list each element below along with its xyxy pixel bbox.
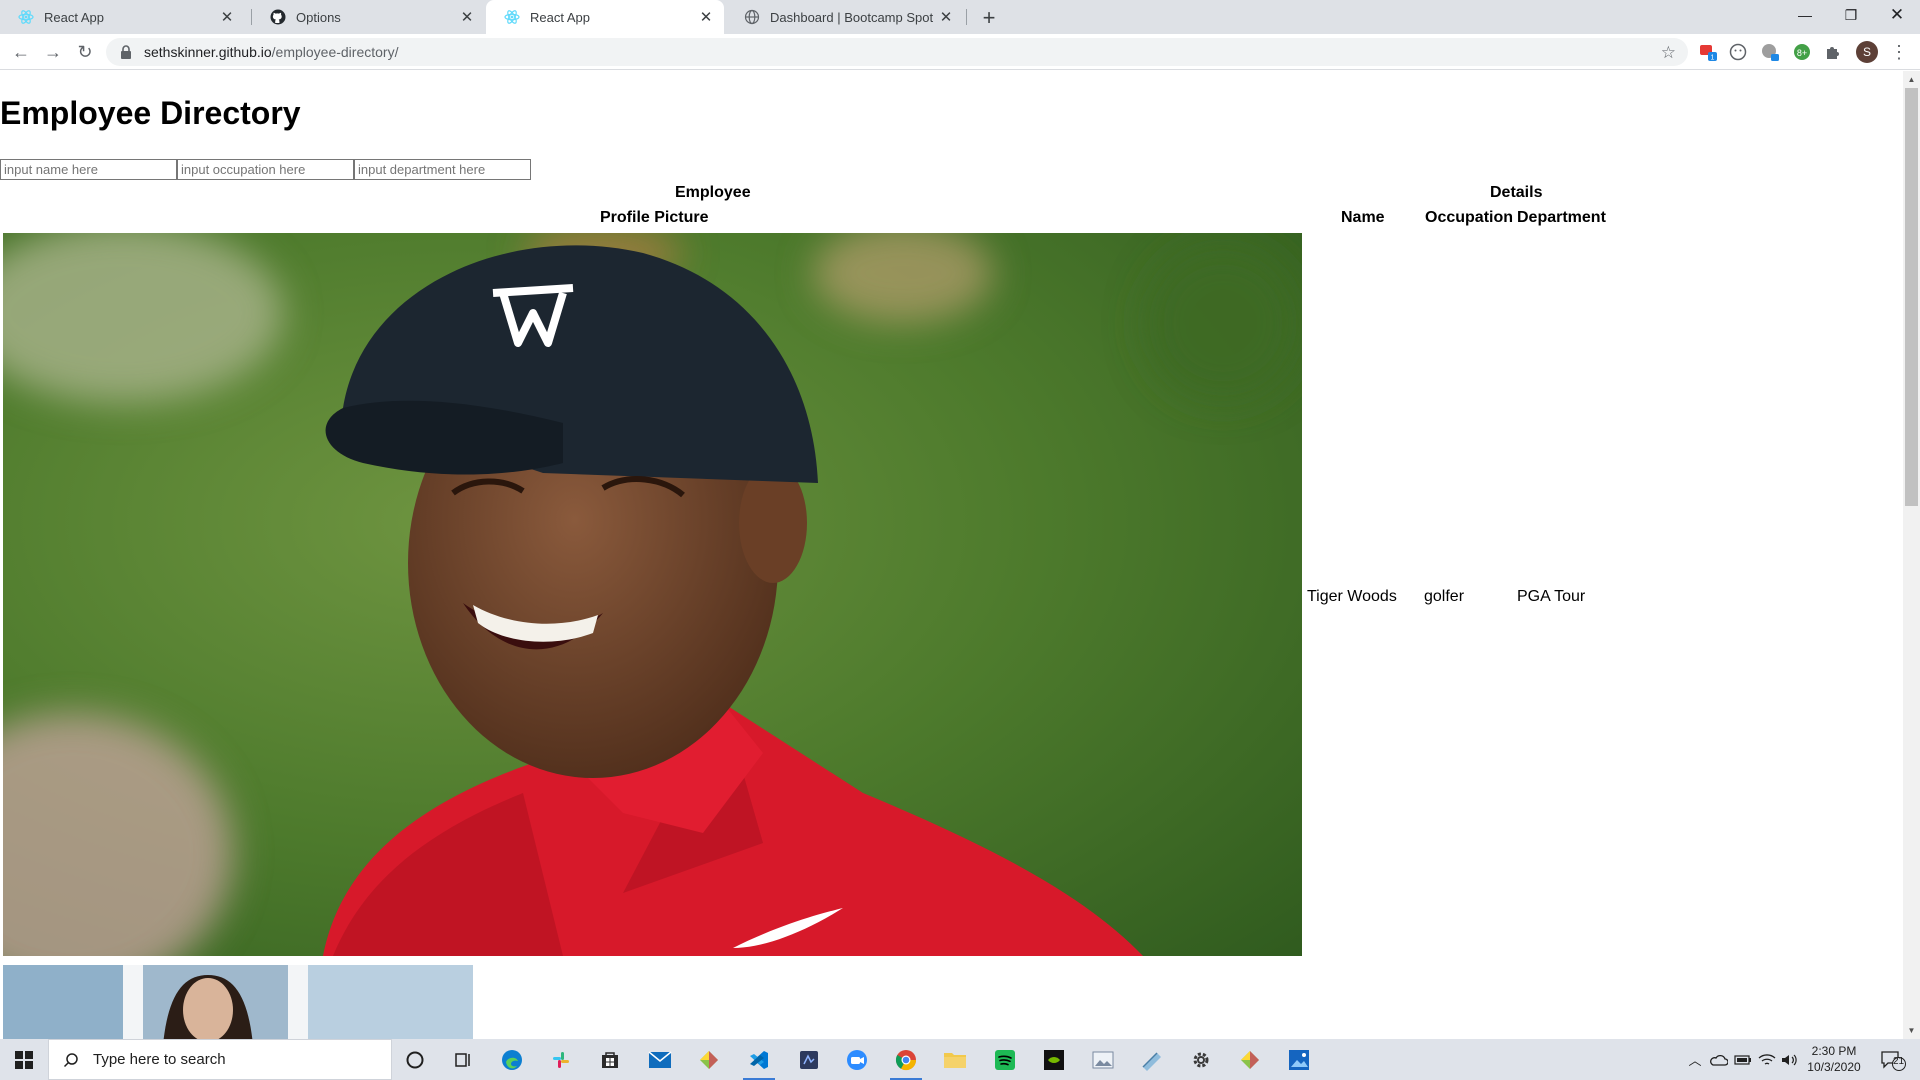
name-header: Name <box>1341 209 1385 226</box>
employee-occupation: golfer <box>1424 588 1465 605</box>
reload-icon[interactable]: ↻ <box>72 39 98 65</box>
search-icon <box>63 1052 78 1067</box>
employee-profile-picture <box>3 965 473 1039</box>
sourcetree-icon[interactable] <box>685 1039 733 1080</box>
restore-icon[interactable]: ❐ <box>1828 0 1874 30</box>
scroll-thumb[interactable] <box>1905 88 1918 506</box>
department-filter-input[interactable] <box>354 159 531 180</box>
browser-menu-icon[interactable]: ⋮ <box>1890 40 1908 64</box>
store-icon[interactable] <box>586 1039 634 1080</box>
minimize-icon[interactable]: — <box>1782 0 1828 30</box>
name-filter-input[interactable] <box>0 159 177 180</box>
onedrive-icon[interactable] <box>1706 1039 1730 1080</box>
taskbar-clock[interactable]: 2:30 PM 10/3/2020 <box>1800 1043 1868 1075</box>
page-viewport: Employee Directory Employee Details Prof… <box>0 71 1903 1039</box>
settings-icon[interactable] <box>1177 1039 1225 1080</box>
tab-react-app-1[interactable]: React App ✕ <box>0 0 245 34</box>
employee-department: PGA Tour <box>1517 588 1586 605</box>
employee-profile-picture <box>3 233 1302 956</box>
notification-center-icon[interactable]: 21 <box>1872 1039 1914 1080</box>
notification-count: 21 <box>1893 1056 1905 1067</box>
slack-icon[interactable] <box>537 1039 585 1080</box>
photos-icon[interactable] <box>1079 1039 1127 1080</box>
tab-title: React App <box>44 9 104 25</box>
windows-start-icon[interactable] <box>0 1039 48 1080</box>
wifi-icon[interactable] <box>1756 1039 1778 1080</box>
tab-title: Dashboard | Bootcamp Spot <box>770 9 934 25</box>
react-icon <box>18 9 34 25</box>
vscode-icon[interactable] <box>735 1039 783 1080</box>
tab-separator <box>966 9 967 25</box>
chrome-icon[interactable] <box>882 1039 930 1080</box>
scroll-up-arrow-icon[interactable]: ▲ <box>1903 71 1920 88</box>
spotify-icon[interactable] <box>981 1039 1029 1080</box>
filter-bar <box>0 159 531 180</box>
globe-icon <box>744 9 760 25</box>
svg-text:8+: 8+ <box>1797 48 1807 58</box>
tab-bootcamp-dashboard[interactable]: Dashboard | Bootcamp Spot ✕ <box>726 0 964 34</box>
address-bar[interactable]: sethskinner.github.io/employee-directory… <box>106 38 1688 66</box>
tab-options[interactable]: Options ✕ <box>252 0 485 34</box>
department-header: Department <box>1517 209 1606 226</box>
taskbar-search-box[interactable]: Type here to search <box>48 1039 392 1080</box>
svg-text:1: 1 <box>1711 55 1715 62</box>
tab-strip: React App ✕ Options ✕ React App ✕ Dashbo… <box>0 0 1920 34</box>
close-icon[interactable]: ✕ <box>459 9 475 26</box>
bookmark-star-icon[interactable]: ☆ <box>1661 43 1676 63</box>
browser-toolbar: ← → ↻ sethskinner.github.io/employee-dir… <box>0 34 1920 70</box>
show-hidden-icons-chevron-icon[interactable]: ︿ <box>1684 1039 1706 1080</box>
app-icon[interactable] <box>785 1039 833 1080</box>
clock-date: 10/3/2020 <box>1807 1060 1861 1074</box>
clock-time: 2:30 PM <box>1811 1044 1857 1058</box>
tab-title: Options <box>296 9 341 25</box>
scroll-down-arrow-icon[interactable]: ▼ <box>1903 1022 1920 1039</box>
search-placeholder: Type here to search <box>93 1051 226 1068</box>
cortana-icon[interactable] <box>391 1039 439 1080</box>
back-icon[interactable]: ← <box>8 39 34 65</box>
occupation-filter-input[interactable] <box>177 159 354 180</box>
task-view-icon[interactable] <box>439 1039 487 1080</box>
url-host: sethskinner.github.io <box>144 44 272 60</box>
url-path: /employee-directory/ <box>271 44 399 60</box>
employee-group-header: Employee <box>675 184 751 201</box>
react-icon <box>504 9 520 25</box>
zoom-icon[interactable] <box>833 1039 881 1080</box>
file-explorer-icon[interactable] <box>931 1039 979 1080</box>
edge-icon[interactable] <box>488 1039 536 1080</box>
sourcetree-icon[interactable] <box>1226 1039 1274 1080</box>
nvidia-icon[interactable] <box>1030 1039 1078 1080</box>
window-close-icon[interactable]: ✕ <box>1874 0 1920 30</box>
page-scrollbar[interactable]: ▲ ▼ <box>1903 71 1920 1039</box>
employee-name: Tiger Woods <box>1307 588 1397 605</box>
lock-icon <box>121 45 131 59</box>
occupation-header: Occupation <box>1425 209 1514 226</box>
mail-icon[interactable] <box>636 1039 684 1080</box>
close-icon[interactable]: ✕ <box>938 9 954 26</box>
forward-icon[interactable]: → <box>40 39 66 65</box>
extension-grey-icon[interactable] <box>1760 42 1780 62</box>
extension-smiley-icon[interactable] <box>1728 42 1748 62</box>
battery-icon[interactable] <box>1731 1039 1755 1080</box>
photo-app-icon[interactable] <box>1275 1039 1323 1080</box>
profile-picture-header: Profile Picture <box>600 209 709 226</box>
profile-avatar[interactable]: S <box>1856 41 1878 63</box>
close-icon[interactable]: ✕ <box>219 9 235 26</box>
tab-title: React App <box>530 9 590 25</box>
close-icon[interactable]: ✕ <box>698 9 714 26</box>
volume-icon[interactable] <box>1778 1039 1800 1080</box>
windows-taskbar: Type here to search ︿ 2:30 PM 10/3/2020 … <box>0 1039 1920 1080</box>
extension-badge-icon[interactable]: 1 <box>1698 42 1718 62</box>
github-icon <box>270 9 286 25</box>
snip-icon[interactable] <box>1128 1039 1176 1080</box>
page-title: Employee Directory <box>0 95 301 131</box>
extension-green-icon[interactable]: 8+ <box>1792 42 1812 62</box>
details-group-header: Details <box>1490 184 1543 201</box>
extensions-puzzle-icon[interactable] <box>1823 42 1843 62</box>
new-tab-button[interactable]: + <box>975 4 1003 32</box>
tab-react-app-active[interactable]: React App ✕ <box>486 0 724 34</box>
